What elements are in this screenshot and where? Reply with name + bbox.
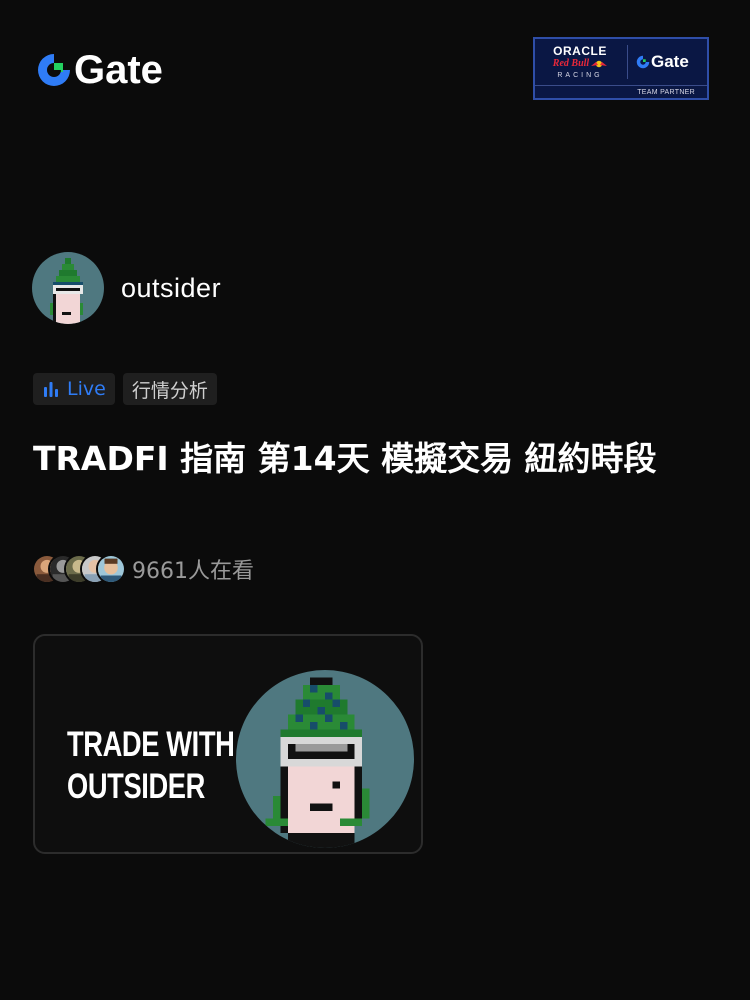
- stream-title: TRADFI 指南 第14天 模擬交易 紐約時段: [33, 439, 657, 478]
- host-avatar[interactable]: [32, 252, 104, 324]
- viewer-avatar-stack: [32, 554, 126, 584]
- live-bars-icon: [44, 382, 58, 397]
- viewer-count: 9661人在看: [132, 559, 254, 584]
- bull-icon: [591, 60, 608, 68]
- category-tag[interactable]: 行情分析: [122, 373, 217, 405]
- team-partner-text: TEAM PARTNER: [637, 88, 695, 96]
- racing-text: RACING: [557, 72, 603, 79]
- cover-headline-line-2: OUTSIDER: [67, 767, 205, 806]
- gate-logo-text: Gate: [74, 48, 163, 92]
- partner-gate-logo: Gate: [636, 52, 689, 72]
- cover-headline-line-1: TRADE WITH: [67, 725, 235, 764]
- gate-small-icon: [636, 55, 650, 69]
- oracle-text: ORACLE: [553, 44, 607, 58]
- cover-avatar-image: [236, 670, 414, 848]
- oracle-redbull-racing-logo: ORACLE Red Bull RACING: [543, 45, 617, 79]
- host-name[interactable]: outsider: [121, 273, 221, 304]
- redbull-label: Red Bull: [552, 58, 590, 69]
- gate-logo[interactable]: Gate: [36, 50, 163, 90]
- stream-cover-card[interactable]: TRADE WITH OUTSIDER: [33, 634, 423, 854]
- partner-gate-text: Gate: [651, 52, 689, 71]
- redbull-text: Red Bull: [552, 58, 608, 69]
- team-partner-badge: ORACLE Red Bull RACING Gate TEAM PARTNER: [533, 37, 709, 100]
- host-profile[interactable]: outsider: [32, 252, 221, 324]
- cover-headline: TRADE WITH OUTSIDER: [67, 724, 235, 808]
- live-label: Live: [67, 378, 106, 400]
- stream-tags: Live 行情分析: [33, 373, 225, 405]
- partner-divider: [627, 45, 628, 79]
- category-label: 行情分析: [131, 379, 208, 402]
- gate-logo-icon: [38, 54, 70, 86]
- viewer-info: 9661人在看: [32, 553, 254, 585]
- live-badge: Live: [33, 373, 115, 405]
- viewer-avatar: [96, 554, 126, 584]
